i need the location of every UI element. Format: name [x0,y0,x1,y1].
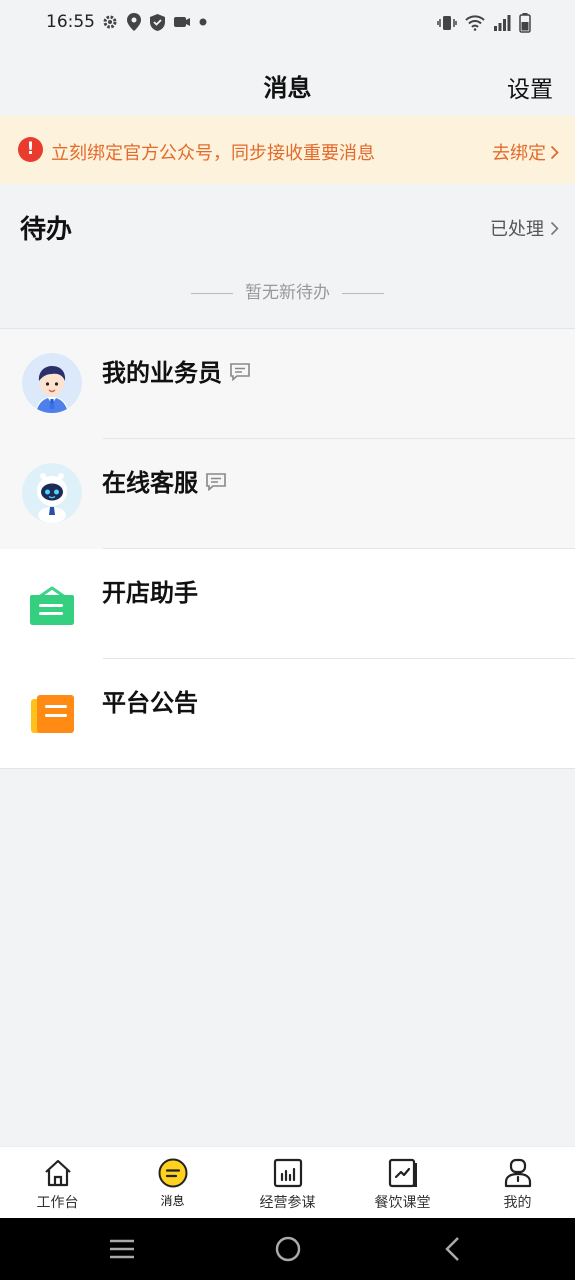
message-list: 我的业务员 在线客服 开店助手 平台公告 [0,328,575,769]
location-icon [127,13,141,31]
banner-text: 立刻绑定官方公众号，同步接收重要消息 [51,143,375,164]
divider [191,292,233,294]
message-icon [158,1158,187,1188]
tab-label: 餐饮课堂 [374,1195,431,1211]
battery-icon [519,13,531,33]
chat-bubble-icon [206,472,226,491]
header: 消息 设置 [0,48,575,116]
tab-workbench[interactable]: 工作台 [0,1147,115,1218]
recent-apps-icon[interactable] [108,1235,136,1263]
chat-bubble-icon [230,362,250,381]
page-title: 消息 [263,74,312,102]
list-item-shop-assistant[interactable]: 开店助手 [0,549,575,659]
person-icon [504,1158,531,1188]
robot-avatar [22,463,82,523]
shield-icon [150,13,165,31]
tab-label: 经营参谋 [259,1195,316,1211]
home-circle-icon[interactable] [274,1235,302,1263]
todo-empty-text: 暂无新待办 [245,283,330,303]
home-icon [44,1159,71,1187]
list-item-salesman[interactable]: 我的业务员 [0,329,575,439]
todo-title: 待办 [20,215,73,245]
bind-button[interactable]: 去绑定 [492,139,559,165]
bind-account-banner[interactable]: ! 立刻绑定官方公众号，同步接收重要消息 去绑定 [0,116,575,184]
list-item-online-service[interactable]: 在线客服 [0,439,575,549]
vibrate-icon [437,16,457,30]
gear-icon [103,15,117,29]
list-item-label: 平台公告 [102,689,198,717]
tab-catering-class[interactable]: 餐饮课堂 [345,1147,460,1218]
system-nav-bar [0,1218,575,1280]
list-item-platform-notice[interactable]: 平台公告 [0,659,575,769]
chevron-right-icon [550,221,559,235]
trend-book-icon [388,1158,417,1188]
camera-icon [174,17,190,27]
bar-chart-icon [273,1158,302,1188]
notice-book-icon [22,683,82,743]
salesman-avatar [22,353,82,413]
tab-mine[interactable]: 我的 [460,1147,575,1218]
divider [342,292,384,294]
wifi-icon [465,15,485,31]
status-time: 16:55 [46,12,95,32]
settings-button[interactable]: 设置 [507,70,553,104]
tab-label: 工作台 [36,1195,79,1211]
status-bar: 16:55 [0,0,575,48]
shop-bag-icon [22,573,82,633]
list-item-label: 我的业务员 [102,359,222,387]
tab-business-advisor[interactable]: 经营参谋 [230,1147,345,1218]
todo-empty-state: 暂无新待办 [0,278,575,303]
processed-label: 已处理 [490,219,544,240]
list-item-label: 开店助手 [102,579,198,607]
bind-button-label: 去绑定 [492,143,546,164]
dot-icon [199,18,207,26]
tab-label: 我的 [503,1195,532,1211]
tab-messages[interactable]: 消息 [115,1147,230,1218]
bottom-tab-bar: 工作台 消息 经营参谋 餐饮课堂 我的 [0,1146,575,1218]
processed-link[interactable]: 已处理 [490,215,559,241]
chevron-right-icon [550,145,559,159]
tab-label: 消息 [160,1194,185,1208]
list-item-label: 在线客服 [102,469,198,497]
back-icon[interactable] [440,1235,468,1263]
signal-icon [494,15,511,31]
warning-icon: ! [18,137,43,162]
